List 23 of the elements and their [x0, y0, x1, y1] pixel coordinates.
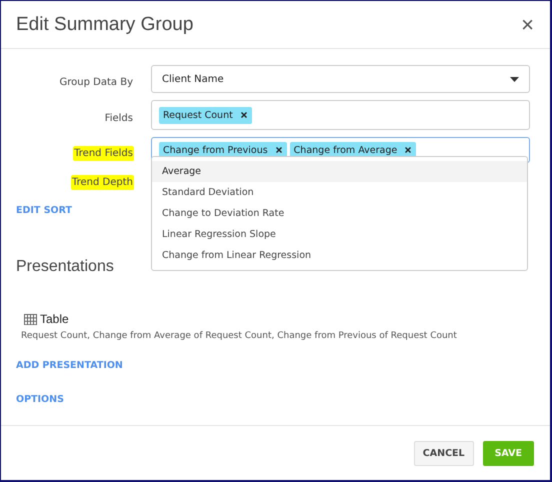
group-by-select[interactable]: Client Name	[151, 65, 530, 93]
field-label: Trend Depth	[70, 175, 134, 190]
menu-item[interactable]: Standard Deviation	[152, 182, 527, 203]
caret-icon	[510, 76, 519, 82]
menu-item[interactable]: Change to Deviation Rate	[152, 203, 527, 224]
menu-item[interactable]: Linear Regression Slope	[152, 224, 527, 245]
remove-icon[interactable]	[405, 147, 412, 153]
presentation-fields: Request Count, Change from Average of Request Count, Change from Previous of Request Count	[16, 331, 530, 341]
presentation-name: Table	[40, 312, 69, 326]
menu-item[interactable]: Average	[152, 161, 527, 182]
table-icon	[24, 314, 37, 324]
remove-icon[interactable]	[276, 147, 282, 153]
field-label: Fields	[104, 112, 134, 126]
dialog-title: Edit Summary Group	[16, 14, 194, 36]
remove-icon[interactable]	[240, 112, 247, 118]
close-button[interactable]: ×	[521, 14, 534, 36]
cancel-button[interactable]: CANCEL	[414, 440, 474, 466]
tag-chip: Request Count	[159, 106, 252, 124]
menu-item[interactable]: Change from Linear Regression	[152, 245, 527, 266]
field-label: Trend Fields	[73, 146, 134, 160]
field-label: Group Data By	[58, 76, 134, 90]
tag-input-field[interactable]: Request Count	[151, 100, 530, 130]
section-heading: Presentations	[16, 258, 115, 276]
